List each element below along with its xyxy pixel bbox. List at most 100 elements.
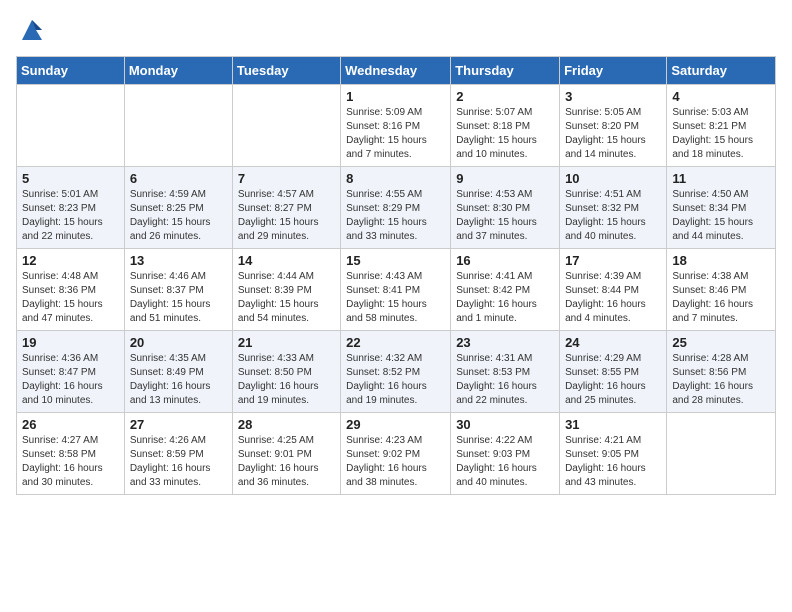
day-info: Sunrise: 4:55 AMSunset: 8:29 PMDaylight:… — [346, 188, 445, 244]
calendar-week-row: 12 Sunrise: 4:48 AMSunset: 8:36 PMDaylig… — [17, 249, 776, 331]
day-number: 4 — [672, 89, 770, 104]
day-info: Sunrise: 4:22 AMSunset: 9:03 PMDaylight:… — [456, 434, 554, 490]
weekday-header-saturday: Saturday — [667, 57, 776, 85]
day-number: 8 — [346, 171, 445, 186]
weekday-header-tuesday: Tuesday — [232, 57, 340, 85]
day-info: Sunrise: 5:05 AMSunset: 8:20 PMDaylight:… — [565, 106, 661, 162]
weekday-header-monday: Monday — [124, 57, 232, 85]
day-info: Sunrise: 4:23 AMSunset: 9:02 PMDaylight:… — [346, 434, 445, 490]
day-number: 31 — [565, 417, 661, 432]
day-number: 29 — [346, 417, 445, 432]
calendar-week-row: 19 Sunrise: 4:36 AMSunset: 8:47 PMDaylig… — [17, 331, 776, 413]
calendar-cell: 20 Sunrise: 4:35 AMSunset: 8:49 PMDaylig… — [124, 331, 232, 413]
calendar-cell: 13 Sunrise: 4:46 AMSunset: 8:37 PMDaylig… — [124, 249, 232, 331]
weekday-header-thursday: Thursday — [451, 57, 560, 85]
calendar-cell: 9 Sunrise: 4:53 AMSunset: 8:30 PMDayligh… — [451, 167, 560, 249]
calendar-cell: 19 Sunrise: 4:36 AMSunset: 8:47 PMDaylig… — [17, 331, 125, 413]
page-header — [16, 16, 776, 44]
calendar-cell: 22 Sunrise: 4:32 AMSunset: 8:52 PMDaylig… — [341, 331, 451, 413]
day-number: 1 — [346, 89, 445, 104]
calendar-cell: 2 Sunrise: 5:07 AMSunset: 8:18 PMDayligh… — [451, 85, 560, 167]
day-number: 3 — [565, 89, 661, 104]
calendar-cell: 18 Sunrise: 4:38 AMSunset: 8:46 PMDaylig… — [667, 249, 776, 331]
calendar-cell: 16 Sunrise: 4:41 AMSunset: 8:42 PMDaylig… — [451, 249, 560, 331]
logo-icon — [18, 16, 46, 44]
logo — [16, 16, 46, 44]
calendar-cell: 14 Sunrise: 4:44 AMSunset: 8:39 PMDaylig… — [232, 249, 340, 331]
day-number: 26 — [22, 417, 119, 432]
calendar-cell — [667, 413, 776, 495]
day-info: Sunrise: 4:38 AMSunset: 8:46 PMDaylight:… — [672, 270, 770, 326]
day-number: 12 — [22, 253, 119, 268]
calendar-cell: 12 Sunrise: 4:48 AMSunset: 8:36 PMDaylig… — [17, 249, 125, 331]
calendar-cell: 10 Sunrise: 4:51 AMSunset: 8:32 PMDaylig… — [560, 167, 667, 249]
calendar-cell: 11 Sunrise: 4:50 AMSunset: 8:34 PMDaylig… — [667, 167, 776, 249]
weekday-header-wednesday: Wednesday — [341, 57, 451, 85]
day-number: 18 — [672, 253, 770, 268]
calendar-week-row: 5 Sunrise: 5:01 AMSunset: 8:23 PMDayligh… — [17, 167, 776, 249]
calendar-cell — [17, 85, 125, 167]
calendar-cell: 28 Sunrise: 4:25 AMSunset: 9:01 PMDaylig… — [232, 413, 340, 495]
day-info: Sunrise: 4:29 AMSunset: 8:55 PMDaylight:… — [565, 352, 661, 408]
calendar-cell: 6 Sunrise: 4:59 AMSunset: 8:25 PMDayligh… — [124, 167, 232, 249]
day-number: 10 — [565, 171, 661, 186]
day-number: 19 — [22, 335, 119, 350]
day-info: Sunrise: 4:27 AMSunset: 8:58 PMDaylight:… — [22, 434, 119, 490]
day-number: 22 — [346, 335, 445, 350]
day-number: 20 — [130, 335, 227, 350]
day-number: 16 — [456, 253, 554, 268]
calendar-cell: 30 Sunrise: 4:22 AMSunset: 9:03 PMDaylig… — [451, 413, 560, 495]
day-info: Sunrise: 4:44 AMSunset: 8:39 PMDaylight:… — [238, 270, 335, 326]
calendar-cell: 29 Sunrise: 4:23 AMSunset: 9:02 PMDaylig… — [341, 413, 451, 495]
day-number: 17 — [565, 253, 661, 268]
calendar-week-row: 1 Sunrise: 5:09 AMSunset: 8:16 PMDayligh… — [17, 85, 776, 167]
day-number: 15 — [346, 253, 445, 268]
calendar-cell: 27 Sunrise: 4:26 AMSunset: 8:59 PMDaylig… — [124, 413, 232, 495]
calendar-week-row: 26 Sunrise: 4:27 AMSunset: 8:58 PMDaylig… — [17, 413, 776, 495]
weekday-header-row: SundayMondayTuesdayWednesdayThursdayFrid… — [17, 57, 776, 85]
day-info: Sunrise: 4:48 AMSunset: 8:36 PMDaylight:… — [22, 270, 119, 326]
day-info: Sunrise: 4:51 AMSunset: 8:32 PMDaylight:… — [565, 188, 661, 244]
day-info: Sunrise: 4:43 AMSunset: 8:41 PMDaylight:… — [346, 270, 445, 326]
calendar-cell: 3 Sunrise: 5:05 AMSunset: 8:20 PMDayligh… — [560, 85, 667, 167]
day-number: 7 — [238, 171, 335, 186]
weekday-header-friday: Friday — [560, 57, 667, 85]
calendar-cell: 24 Sunrise: 4:29 AMSunset: 8:55 PMDaylig… — [560, 331, 667, 413]
day-info: Sunrise: 4:25 AMSunset: 9:01 PMDaylight:… — [238, 434, 335, 490]
day-number: 14 — [238, 253, 335, 268]
calendar-cell: 8 Sunrise: 4:55 AMSunset: 8:29 PMDayligh… — [341, 167, 451, 249]
day-info: Sunrise: 4:31 AMSunset: 8:53 PMDaylight:… — [456, 352, 554, 408]
day-number: 13 — [130, 253, 227, 268]
day-info: Sunrise: 4:21 AMSunset: 9:05 PMDaylight:… — [565, 434, 661, 490]
calendar-cell: 23 Sunrise: 4:31 AMSunset: 8:53 PMDaylig… — [451, 331, 560, 413]
day-number: 9 — [456, 171, 554, 186]
day-info: Sunrise: 4:41 AMSunset: 8:42 PMDaylight:… — [456, 270, 554, 326]
day-info: Sunrise: 4:26 AMSunset: 8:59 PMDaylight:… — [130, 434, 227, 490]
day-number: 28 — [238, 417, 335, 432]
day-number: 25 — [672, 335, 770, 350]
day-info: Sunrise: 4:50 AMSunset: 8:34 PMDaylight:… — [672, 188, 770, 244]
calendar-cell — [232, 85, 340, 167]
calendar-cell: 15 Sunrise: 4:43 AMSunset: 8:41 PMDaylig… — [341, 249, 451, 331]
day-number: 11 — [672, 171, 770, 186]
day-number: 23 — [456, 335, 554, 350]
day-number: 5 — [22, 171, 119, 186]
day-number: 30 — [456, 417, 554, 432]
day-info: Sunrise: 4:28 AMSunset: 8:56 PMDaylight:… — [672, 352, 770, 408]
calendar-cell: 5 Sunrise: 5:01 AMSunset: 8:23 PMDayligh… — [17, 167, 125, 249]
day-info: Sunrise: 4:53 AMSunset: 8:30 PMDaylight:… — [456, 188, 554, 244]
day-info: Sunrise: 4:59 AMSunset: 8:25 PMDaylight:… — [130, 188, 227, 244]
weekday-header-sunday: Sunday — [17, 57, 125, 85]
calendar-cell: 21 Sunrise: 4:33 AMSunset: 8:50 PMDaylig… — [232, 331, 340, 413]
calendar-cell — [124, 85, 232, 167]
calendar-cell: 1 Sunrise: 5:09 AMSunset: 8:16 PMDayligh… — [341, 85, 451, 167]
day-number: 24 — [565, 335, 661, 350]
calendar-cell: 31 Sunrise: 4:21 AMSunset: 9:05 PMDaylig… — [560, 413, 667, 495]
day-info: Sunrise: 5:01 AMSunset: 8:23 PMDaylight:… — [22, 188, 119, 244]
calendar-cell: 17 Sunrise: 4:39 AMSunset: 8:44 PMDaylig… — [560, 249, 667, 331]
day-number: 21 — [238, 335, 335, 350]
day-info: Sunrise: 5:03 AMSunset: 8:21 PMDaylight:… — [672, 106, 770, 162]
day-info: Sunrise: 4:57 AMSunset: 8:27 PMDaylight:… — [238, 188, 335, 244]
calendar-cell: 26 Sunrise: 4:27 AMSunset: 8:58 PMDaylig… — [17, 413, 125, 495]
day-info: Sunrise: 4:32 AMSunset: 8:52 PMDaylight:… — [346, 352, 445, 408]
